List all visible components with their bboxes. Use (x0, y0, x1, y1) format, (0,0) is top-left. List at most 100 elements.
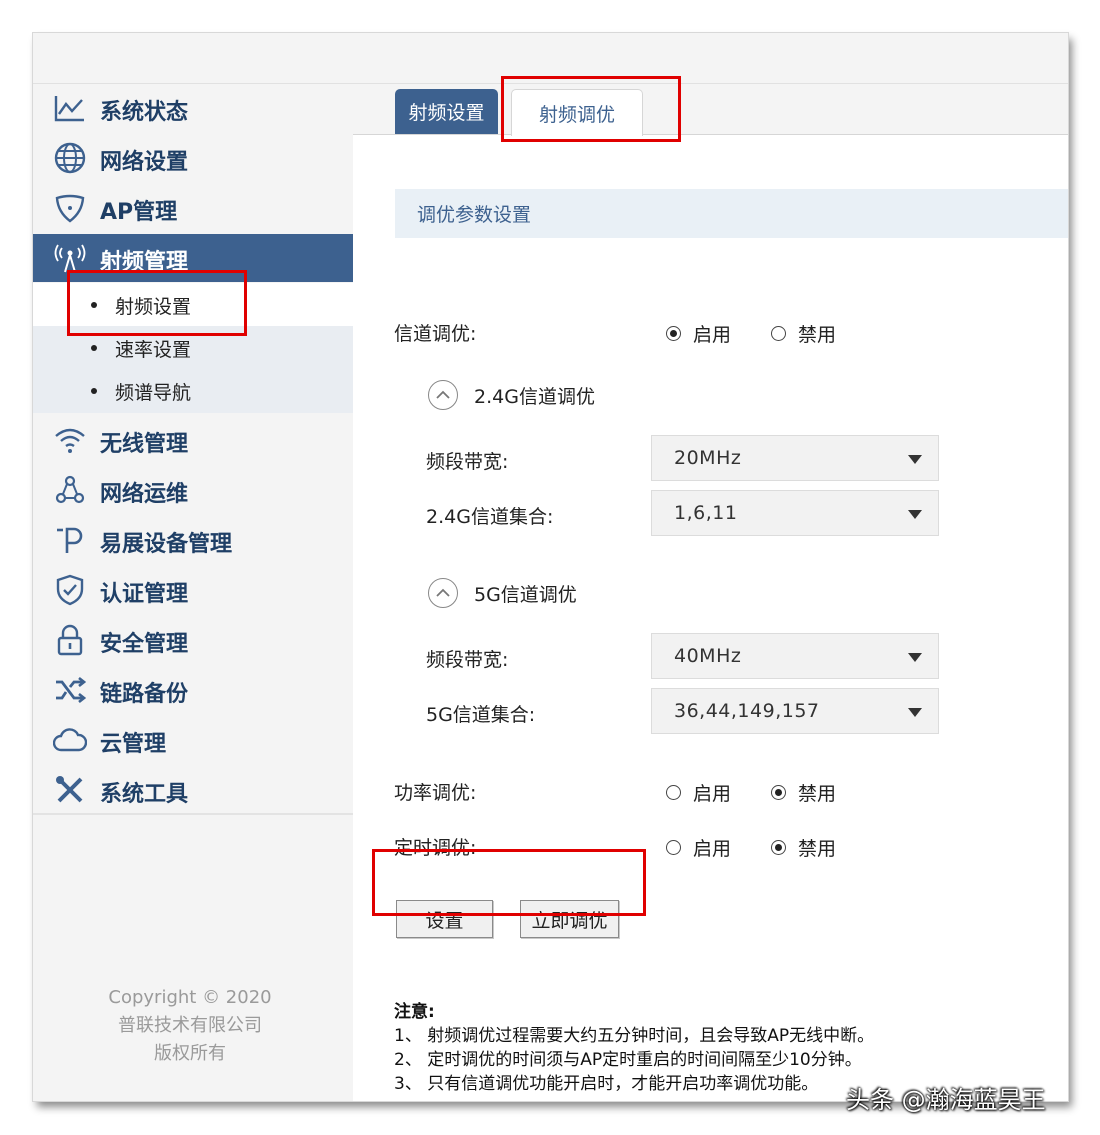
sidebar-item-rf-management[interactable]: 射频管理 (33, 234, 353, 282)
note-line-1: 1、 射频调优过程需要大约五分钟时间，且会导致AP无线中断。 (394, 1026, 875, 1046)
bullet (91, 345, 97, 351)
sidebar-item-label: 链路备份 (100, 682, 189, 707)
shuffle-icon (53, 674, 87, 706)
radio-circle-checked (666, 326, 681, 341)
rights-reserved: 版权所有 (154, 1043, 226, 1064)
channels-2g-select[interactable]: 1,6,11 (651, 490, 939, 536)
caret-down-icon (908, 510, 922, 519)
submenu-item-spectrum-nav[interactable]: 频谱导航 (33, 369, 353, 412)
section-header: 调优参数设置 (395, 189, 1068, 238)
shield-check-icon (53, 574, 87, 606)
tools-icon (53, 774, 87, 806)
radio-circle (666, 840, 681, 855)
timed-tuning-enable-radio[interactable]: 启用 (666, 834, 731, 861)
sidebar-item-system-status[interactable]: 系统状态 (33, 84, 353, 132)
channel-tuning-label: 信道调优: (394, 323, 477, 345)
radio-label: 启用 (693, 783, 732, 805)
watermark-text: 头条 @瀚海蓝昊王 (846, 1086, 1046, 1114)
submenu-item-rate-settings[interactable]: 速率设置 (33, 326, 353, 369)
bandwidth-2g-select[interactable]: 20MHz (651, 435, 939, 481)
ap-device-icon (53, 192, 87, 224)
channels-5g-select[interactable]: 36,44,149,157 (651, 688, 939, 734)
cloud-icon (53, 724, 87, 756)
sidebar-item-label: 安全管理 (100, 632, 189, 657)
submenu-item-label: 速率设置 (115, 339, 192, 361)
tune-now-button[interactable]: 立即调优 (520, 900, 619, 938)
power-tuning-disable-radio[interactable]: 禁用 (771, 779, 836, 806)
globe-icon (53, 142, 87, 174)
set-button[interactable]: 设置 (396, 900, 493, 938)
sidebar-item-label: 系统状态 (100, 100, 189, 125)
collapse-2g-title: 2.4G信道调优 (474, 385, 595, 408)
channels-2g-label: 2.4G信道集合: (426, 506, 554, 528)
power-tuning-label: 功率调优: (394, 782, 477, 804)
sidebar-item-ap-management[interactable]: AP管理 (33, 184, 353, 232)
caret-down-icon (908, 708, 922, 717)
sidebar: 系统状态 网络设置 AP管理 射频管理 射频设置 速率设置 频谱导航 无线管理 … (33, 84, 353, 1101)
collapse-5g-title: 5G信道调优 (474, 583, 577, 606)
timed-tuning-label: 定时调优: (394, 837, 477, 859)
company-name: 普联技术有限公司 (118, 1015, 262, 1036)
bandwidth-2g-label: 频段带宽: (426, 451, 509, 473)
easy-expand-icon (53, 524, 87, 556)
sidebar-item-label: 网络运维 (100, 482, 189, 507)
caret-down-icon (908, 653, 922, 662)
channel-tuning-disable-radio[interactable]: 禁用 (771, 320, 836, 347)
bandwidth-5g-select[interactable]: 40MHz (651, 633, 939, 679)
radio-circle (771, 326, 786, 341)
radio-label: 禁用 (798, 783, 837, 805)
notes-title: 注意: (394, 1002, 435, 1022)
sidebar-item-label: 云管理 (100, 732, 167, 757)
sidebar-item-cloud-management[interactable]: 云管理 (33, 716, 353, 764)
radio-label: 启用 (693, 838, 732, 860)
chevron-up-icon (428, 578, 458, 608)
sidebar-item-label: 射频管理 (100, 250, 189, 275)
tab-rf-tuning[interactable]: 射频调优 (511, 89, 643, 136)
radio-label: 禁用 (798, 324, 837, 346)
radio-label: 禁用 (798, 838, 837, 860)
power-tuning-enable-radio[interactable]: 启用 (666, 779, 731, 806)
rf-submenu: 射频设置 速率设置 频谱导航 (33, 283, 353, 413)
collapse-5g-section[interactable]: 5G信道调优 (428, 578, 577, 608)
chevron-up-icon (428, 380, 458, 410)
channel-tuning-enable-radio[interactable]: 启用 (666, 320, 731, 347)
sidebar-item-label: 网络设置 (100, 150, 189, 175)
lock-icon (53, 624, 87, 656)
sidebar-item-link-backup[interactable]: 链路备份 (33, 666, 353, 714)
timed-tuning-disable-radio[interactable]: 禁用 (771, 834, 836, 861)
sidebar-item-network-settings[interactable]: 网络设置 (33, 134, 353, 182)
sidebar-item-security-management[interactable]: 安全管理 (33, 616, 353, 664)
copyright-block: Copyright © 2020 普联技术有限公司 版权所有 (33, 984, 347, 1068)
radio-circle (666, 785, 681, 800)
bullet (91, 302, 97, 308)
sidebar-item-easy-expand[interactable]: 易展设备管理 (33, 516, 353, 564)
sidebar-divider (33, 813, 353, 815)
select-value: 40MHz (674, 645, 742, 667)
app-window: 系统状态 网络设置 AP管理 射频管理 射频设置 速率设置 频谱导航 无线管理 … (33, 33, 1068, 1101)
select-value: 1,6,11 (674, 502, 738, 524)
wifi-icon (53, 424, 87, 456)
sidebar-item-system-tools[interactable]: 系统工具 (33, 766, 353, 814)
select-value: 20MHz (674, 447, 742, 469)
bandwidth-5g-label: 频段带宽: (426, 649, 509, 671)
copyright-line: Copyright © 2020 (108, 987, 272, 1008)
tab-rf-settings[interactable]: 射频设置 (395, 89, 498, 134)
sidebar-item-wireless-management[interactable]: 无线管理 (33, 416, 353, 464)
sidebar-item-label: AP管理 (100, 200, 178, 225)
sidebar-item-label: 系统工具 (100, 782, 189, 807)
network-nodes-icon (53, 474, 87, 506)
channels-5g-label: 5G信道集合: (426, 704, 536, 726)
top-header-bar (33, 33, 1068, 84)
radio-antenna-icon (53, 242, 87, 274)
main-content: 射频设置 射频调优 调优参数设置 信道调优: 启用 禁用 2.4G信道调优 频段… (353, 84, 1068, 1101)
sidebar-item-label: 易展设备管理 (100, 532, 233, 557)
submenu-item-label: 射频设置 (115, 296, 192, 318)
select-value: 36,44,149,157 (674, 700, 820, 722)
note-line-3: 3、 只有信道调优功能开启时，才能开启功率调优功能。 (394, 1074, 819, 1094)
collapse-2g-section[interactable]: 2.4G信道调优 (428, 380, 595, 410)
sidebar-item-label: 无线管理 (100, 432, 189, 457)
sidebar-item-auth-management[interactable]: 认证管理 (33, 566, 353, 614)
tab-bar: 射频设置 射频调优 (353, 84, 1068, 136)
sidebar-item-network-ops[interactable]: 网络运维 (33, 466, 353, 514)
submenu-item-rf-settings[interactable]: 射频设置 (33, 283, 353, 326)
